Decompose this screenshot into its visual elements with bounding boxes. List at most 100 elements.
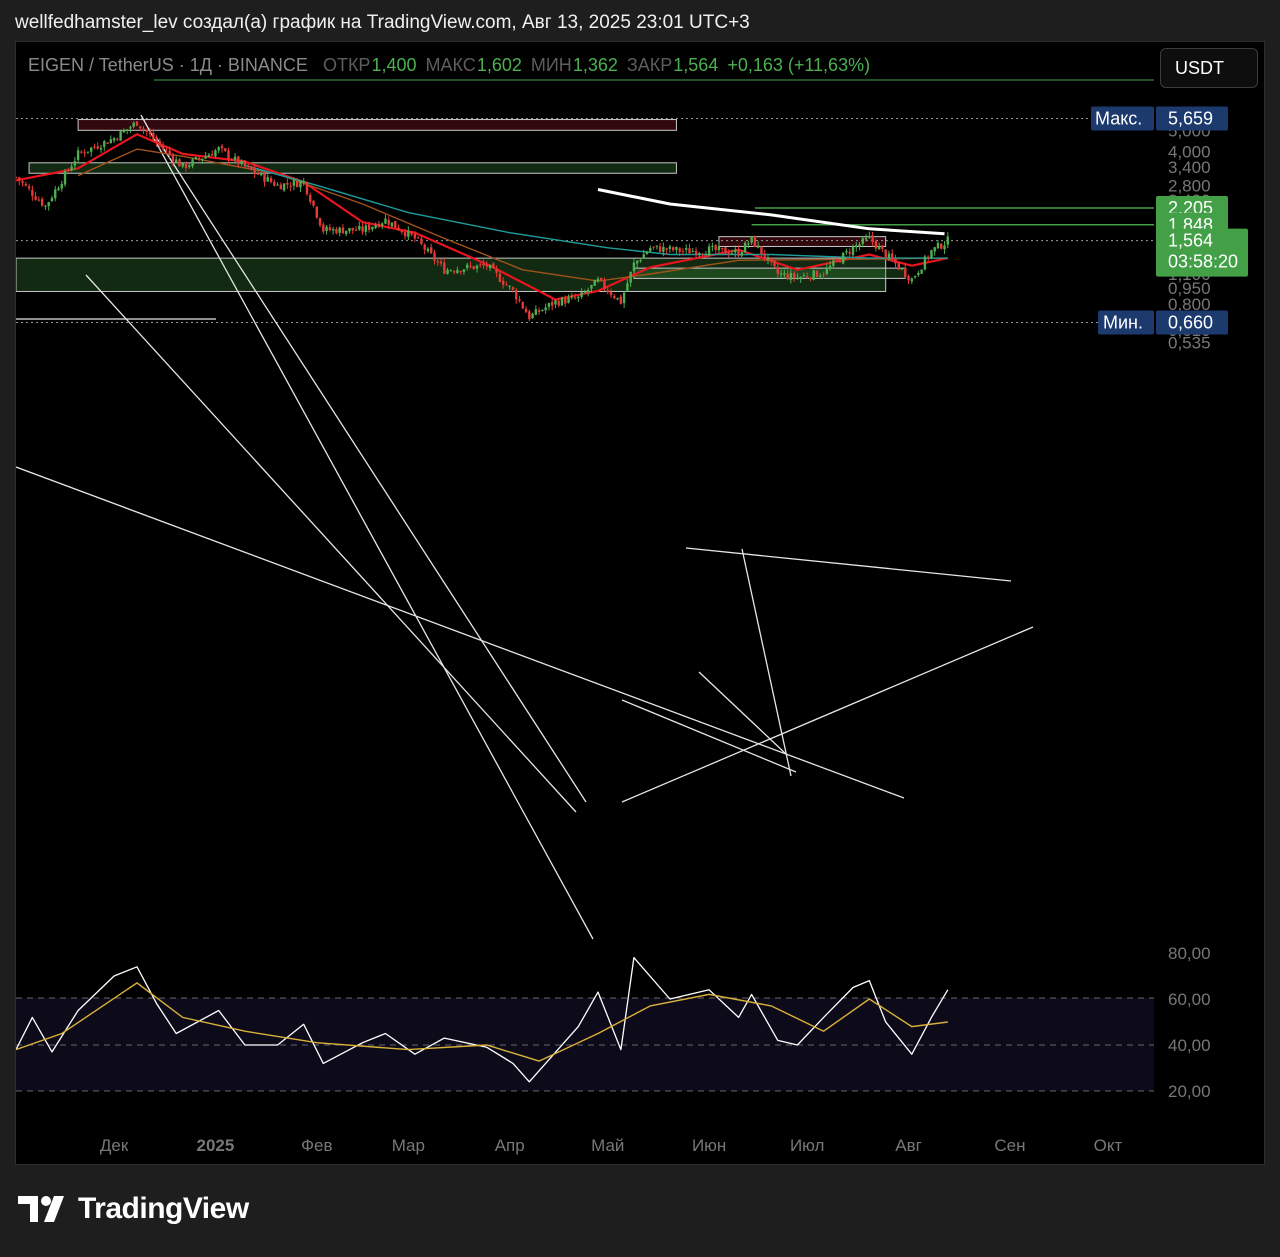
candle-body xyxy=(560,297,564,306)
candle-body xyxy=(452,271,456,273)
candle-body xyxy=(825,267,829,274)
candle-body xyxy=(210,154,214,156)
candle-body xyxy=(891,253,894,260)
candle-body xyxy=(443,262,446,274)
candle-body xyxy=(299,181,302,188)
candle-body xyxy=(354,229,358,231)
candle-body xyxy=(714,245,717,251)
time-tick-label: Май xyxy=(591,1136,624,1155)
candle-body xyxy=(224,148,227,152)
candle-body xyxy=(681,250,685,252)
candle-body xyxy=(721,247,724,249)
candle-body xyxy=(377,223,381,227)
candle-body xyxy=(501,280,505,285)
candle-body xyxy=(923,256,927,270)
candle-body xyxy=(80,151,83,153)
candle-body xyxy=(305,181,309,195)
currency-button[interactable]: USDT xyxy=(1160,48,1258,88)
candle-body xyxy=(698,253,701,255)
symbol-title[interactable]: EIGEN / TetherUS · 1Д · BINANCE xyxy=(28,55,308,75)
chart-canvas[interactable]: 6,0005,0004,0003,4002,8002,4002,1001,300… xyxy=(16,42,1265,1165)
footer-brand: TradingView xyxy=(18,1192,249,1226)
candle-body xyxy=(822,274,825,276)
candle-body xyxy=(122,130,126,133)
candle-body xyxy=(766,257,770,260)
candle-body xyxy=(103,141,106,148)
candle-body xyxy=(331,228,335,231)
candle-body xyxy=(753,235,757,247)
candle-body xyxy=(93,146,96,148)
candle-body xyxy=(613,295,616,299)
candle-body xyxy=(116,138,119,140)
candle-body xyxy=(410,231,413,235)
candle-body xyxy=(233,156,237,160)
candle-body xyxy=(142,128,145,130)
close-value: 1,564 xyxy=(673,55,719,75)
candle-body xyxy=(920,269,923,274)
candle-body xyxy=(456,269,459,274)
candle-body xyxy=(135,121,139,126)
candle-body xyxy=(89,147,93,152)
candle-body xyxy=(704,254,708,256)
candle-body xyxy=(57,188,60,191)
trend-line xyxy=(698,671,787,755)
candle-body xyxy=(642,254,645,259)
candle-body xyxy=(16,177,18,179)
candle-body xyxy=(171,155,175,162)
candle-body xyxy=(322,224,325,232)
chart-frame[interactable]: 6,0005,0004,0003,4002,8002,4002,1001,300… xyxy=(15,41,1265,1165)
candle-body xyxy=(145,129,148,133)
candle-body xyxy=(528,311,531,320)
candle-body xyxy=(237,156,240,165)
price-tick-label: 3,400 xyxy=(1168,158,1211,177)
candle-body xyxy=(711,246,714,248)
candle-body xyxy=(253,168,256,174)
candle-body xyxy=(197,157,201,159)
candle-body xyxy=(83,152,86,154)
candle-body xyxy=(926,256,930,258)
candle-body xyxy=(786,273,789,279)
candle-body xyxy=(524,308,528,313)
trend-line xyxy=(140,114,594,940)
candle-body xyxy=(178,159,181,167)
min-price-badge: 0,660 xyxy=(1156,310,1228,335)
candle-body xyxy=(158,141,162,146)
candle-body xyxy=(894,258,897,264)
candle-body xyxy=(269,178,273,182)
candle-body xyxy=(871,235,874,243)
trend-line xyxy=(85,274,577,813)
candle-body xyxy=(263,173,266,182)
candle-body xyxy=(482,263,485,266)
candle-body xyxy=(420,238,423,244)
candle-body xyxy=(796,277,799,279)
candle-body xyxy=(763,253,766,259)
candle-body xyxy=(851,246,855,256)
candle-body xyxy=(665,248,668,250)
candle-body xyxy=(655,245,659,247)
candle-body xyxy=(534,309,538,315)
time-tick-label: Фев xyxy=(301,1136,332,1155)
candle-body xyxy=(485,264,489,267)
candle-body xyxy=(812,270,815,280)
candle-body xyxy=(626,283,629,292)
candle-body xyxy=(603,279,606,289)
max-price-badge-text: 5,659 xyxy=(1168,109,1213,129)
candle-body xyxy=(930,250,933,258)
candle-body xyxy=(596,278,600,282)
candle-body xyxy=(390,222,394,227)
candle-body xyxy=(155,138,158,143)
candle-body xyxy=(550,301,554,306)
candle-body xyxy=(658,246,662,252)
candle-body xyxy=(165,149,168,151)
candle-body xyxy=(773,260,776,267)
candle-body xyxy=(590,284,593,289)
candle-body xyxy=(423,244,426,250)
candle-body xyxy=(838,260,842,263)
candle-body xyxy=(201,158,204,161)
candle-body xyxy=(279,184,283,190)
candle-body xyxy=(557,300,560,306)
candle-body xyxy=(407,230,410,237)
change-value: +0,163 (+11,63%) xyxy=(727,55,871,75)
candle-body xyxy=(188,165,191,167)
candle-body xyxy=(27,186,31,189)
